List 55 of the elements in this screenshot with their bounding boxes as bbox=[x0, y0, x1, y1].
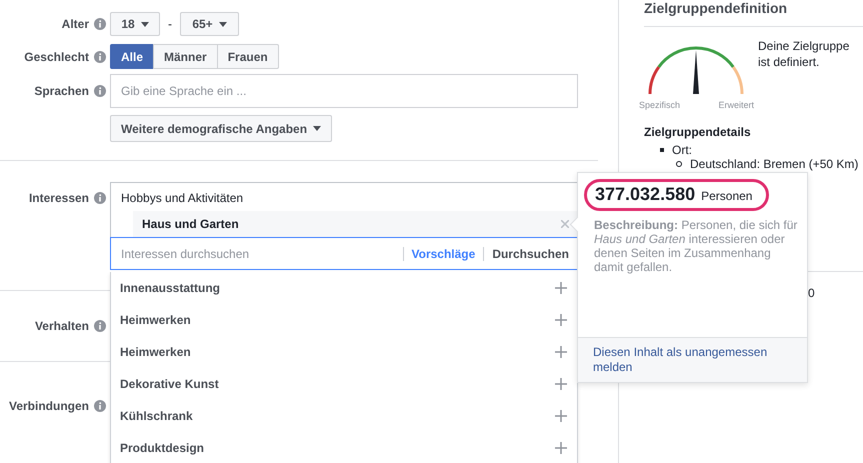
gauge-label: Spezifisch bbox=[639, 100, 680, 110]
interests-label: Interessen bbox=[28, 191, 89, 205]
info-icon[interactable] bbox=[94, 85, 106, 97]
info-icon[interactable] bbox=[94, 18, 106, 30]
gender-option[interactable]: Männer bbox=[153, 44, 218, 69]
gender-label: Geschlecht bbox=[24, 50, 89, 64]
details-title: Zielgruppendetails bbox=[644, 125, 752, 139]
audience-count: 377.032.580 bbox=[595, 184, 696, 205]
plus-icon[interactable] bbox=[555, 282, 567, 294]
interest-text: Haus und Garten bbox=[142, 217, 239, 231]
bullet-icon bbox=[676, 161, 682, 167]
count-unit: Personen bbox=[701, 189, 752, 203]
gender-option[interactable]: Frauen bbox=[216, 44, 279, 69]
more-demographics-button[interactable]: Weitere demografische Angaben bbox=[110, 115, 332, 142]
languages-label: Sprachen bbox=[34, 84, 89, 98]
search-mode-tab[interactable]: Vorschläge bbox=[412, 246, 476, 260]
search-mode-tab[interactable]: Durchsuchen bbox=[492, 246, 569, 260]
gauge-label: Erweitert bbox=[718, 100, 754, 110]
description-text: Beschreibung: Personen, die sich für Haus und Garten interessieren oder denen Seiten im Zusammenhang damit gefallen. bbox=[594, 218, 798, 274]
panel-text: 0 bbox=[808, 286, 816, 300]
close-icon[interactable] bbox=[561, 220, 569, 228]
gender-option[interactable]: Alle bbox=[110, 44, 154, 69]
age-to-select[interactable]: 65+ bbox=[180, 12, 239, 36]
interests-field[interactable]: Hobbys und Aktivitäten Haus und Garten Interessen durchsuchen Vorschläge Durchsuchen bbox=[110, 182, 578, 270]
detail-text: Ort: bbox=[672, 143, 692, 157]
suggestion-item[interactable]: Heimwerken bbox=[111, 336, 577, 368]
caret-icon bbox=[313, 126, 322, 131]
suggestion-item[interactable]: Innenausstattung bbox=[111, 272, 577, 304]
status-text: Deine Zielgruppe ist definiert. bbox=[758, 38, 850, 71]
suggestion-item[interactable]: Produktdesign bbox=[111, 432, 577, 463]
connections-label: Verbindungen bbox=[8, 399, 89, 413]
plus-icon[interactable] bbox=[555, 442, 567, 454]
panel-title: Zielgruppendefinition bbox=[644, 0, 863, 27]
plus-icon[interactable] bbox=[555, 346, 567, 358]
age-label: Alter bbox=[62, 17, 89, 31]
info-icon[interactable] bbox=[94, 192, 106, 204]
detail-text: Deutschland: Bremen (+50 Km) bbox=[690, 157, 858, 171]
caret-icon bbox=[140, 22, 149, 26]
language-field[interactable]: Gib eine Sprache ein ... bbox=[110, 74, 578, 108]
info-icon[interactable] bbox=[94, 400, 106, 412]
interest-search-field[interactable]: Interessen durchsuchen Vorschläge Durchsuchen bbox=[110, 237, 578, 270]
plus-icon[interactable] bbox=[555, 314, 567, 326]
suggestion-item[interactable]: Heimwerken bbox=[111, 304, 577, 336]
info-icon[interactable] bbox=[94, 320, 106, 332]
category-text: Hobbys und Aktivitäten bbox=[120, 190, 244, 207]
age-separator: - bbox=[168, 17, 172, 31]
caret-icon bbox=[218, 22, 227, 26]
suggestion-item[interactable]: Kühlschrank bbox=[111, 400, 577, 432]
bullet-icon bbox=[660, 148, 664, 152]
plus-icon[interactable] bbox=[555, 410, 567, 422]
behaviors-label: Verhalten bbox=[34, 319, 89, 333]
info-icon[interactable] bbox=[94, 50, 106, 62]
age-from-select[interactable]: 18 bbox=[110, 12, 160, 36]
suggestion-item[interactable]: Dekorative Kunst bbox=[111, 368, 577, 400]
plus-icon[interactable] bbox=[555, 378, 567, 390]
